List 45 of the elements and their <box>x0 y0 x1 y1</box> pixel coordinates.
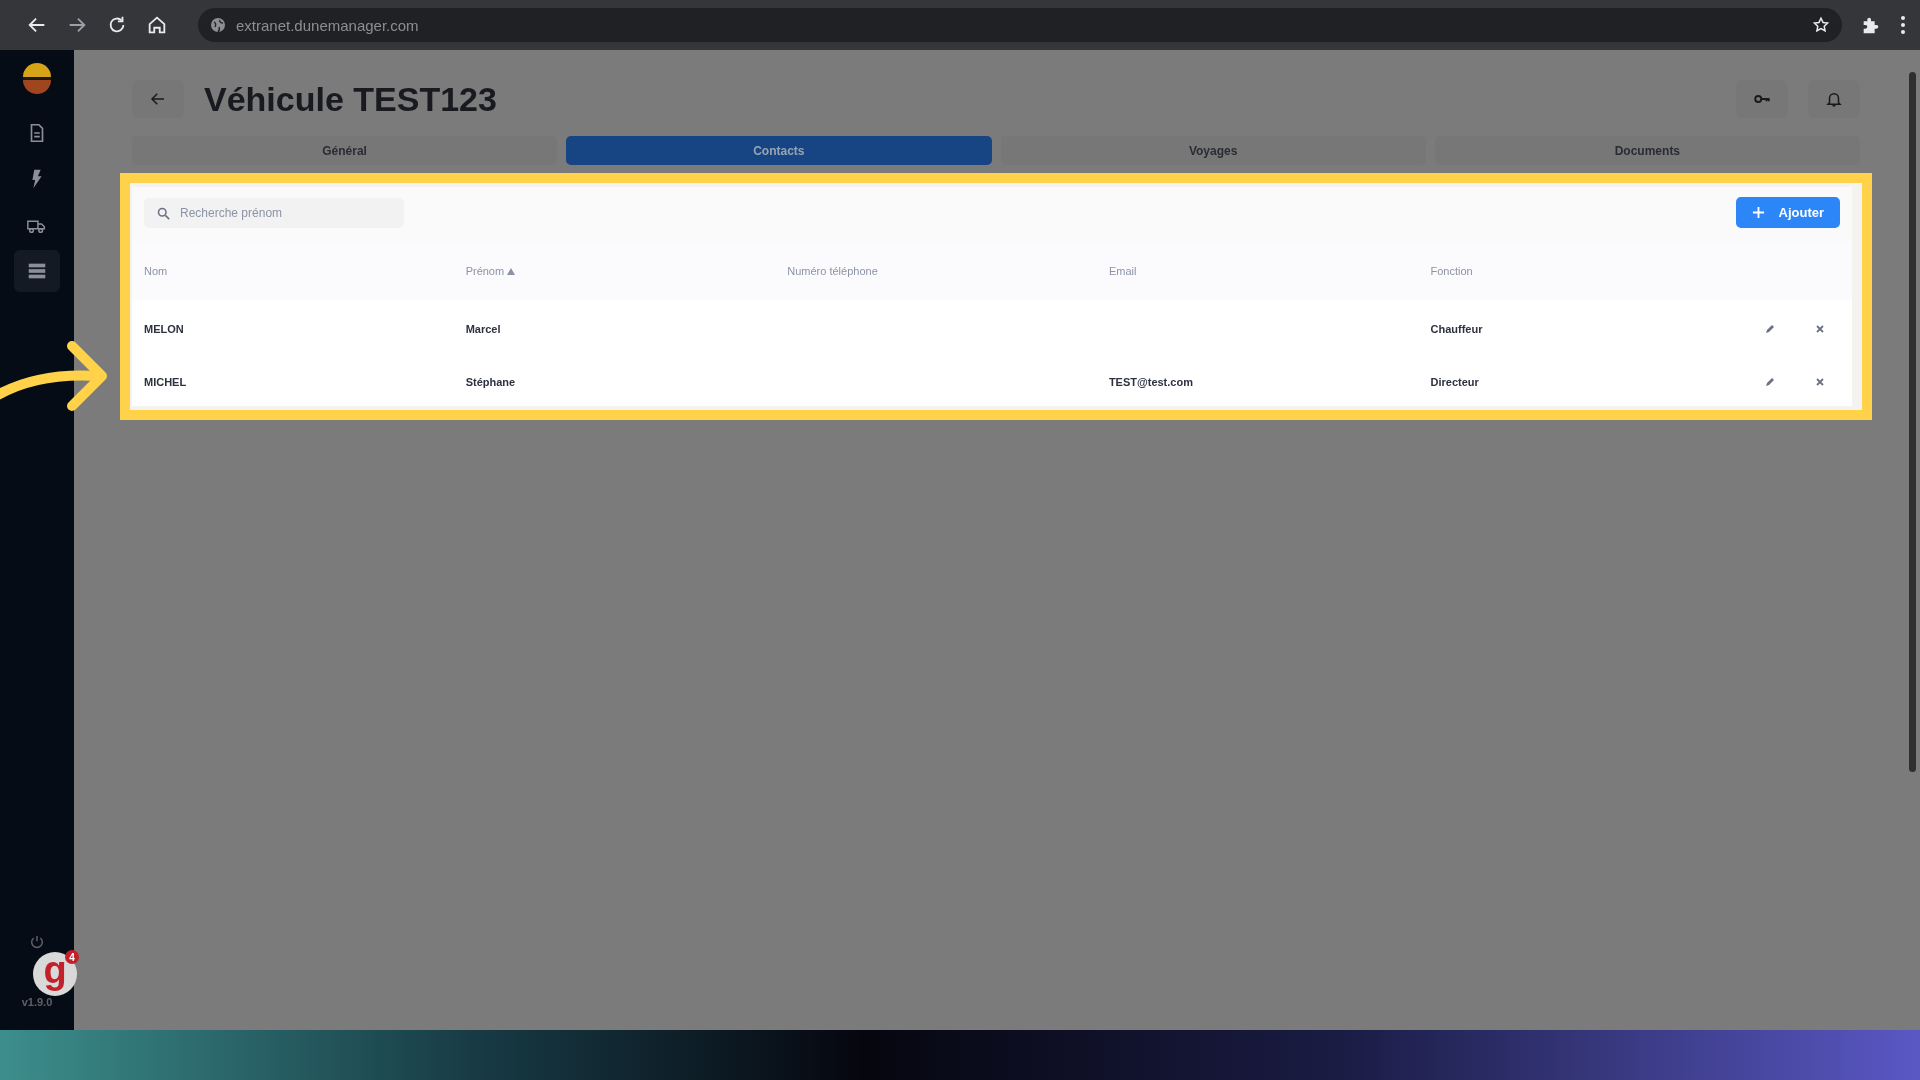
back-arrow-icon <box>149 90 167 108</box>
tab[interactable]: Voyages <box>1000 136 1426 165</box>
page-title: Véhicule TEST123 <box>204 79 498 119</box>
home-icon[interactable] <box>146 14 168 36</box>
sort-ascending-icon <box>507 267 516 275</box>
column-header[interactable]: Email <box>1108 265 1137 277</box>
delete-button[interactable] <box>1814 323 1826 335</box>
edit-button[interactable] <box>1764 323 1776 335</box>
table-cell: Marcel <box>465 323 501 335</box>
table-cell: TEST@test.com <box>1108 376 1193 388</box>
column-header[interactable]: Numéro téléphone <box>787 265 878 277</box>
tab[interactable]: Général <box>132 136 558 165</box>
url-text: extranet.dunemanager.com <box>236 16 420 34</box>
star-icon[interactable] <box>1812 16 1830 34</box>
column-header[interactable]: Fonction <box>1430 265 1473 277</box>
search-field[interactable]: Recherche prénom <box>144 197 404 228</box>
edit-button[interactable] <box>1764 376 1776 388</box>
pencil-icon <box>1764 376 1776 388</box>
tab[interactable]: Contacts <box>566 136 992 165</box>
close-icon <box>1814 376 1826 388</box>
key-button[interactable] <box>1736 80 1788 118</box>
sidebar-item[interactable] <box>14 250 60 292</box>
tab[interactable]: Documents <box>1434 136 1860 165</box>
delete-button[interactable] <box>1814 376 1826 388</box>
scrollbar-thumb[interactable] <box>1909 72 1916 772</box>
globe-icon <box>210 17 226 33</box>
search-icon <box>156 205 171 221</box>
column-header[interactable]: Nom <box>144 265 168 277</box>
table-cell: Directeur <box>1430 376 1479 388</box>
close-icon <box>1814 323 1826 335</box>
column-header[interactable]: Prénom <box>465 265 516 277</box>
plus-icon <box>1751 206 1765 219</box>
table-cell: MICHEL <box>144 376 187 388</box>
power-icon[interactable] <box>29 934 45 950</box>
menu-icon[interactable] <box>1900 15 1906 35</box>
pencil-icon <box>1764 323 1776 335</box>
address-bar[interactable]: extranet.dunemanager.com <box>198 8 1842 42</box>
table-cell: MELON <box>144 323 184 335</box>
table-cell: Chauffeur <box>1430 323 1483 335</box>
logo-icon[interactable] <box>21 62 53 94</box>
version-label: v1.9.0 <box>21 996 53 1008</box>
notification-button[interactable] <box>1808 80 1860 118</box>
bell-icon <box>1825 90 1843 108</box>
add-button[interactable]: Ajouter <box>1735 197 1840 228</box>
table-cell: Stéphane <box>465 376 516 388</box>
